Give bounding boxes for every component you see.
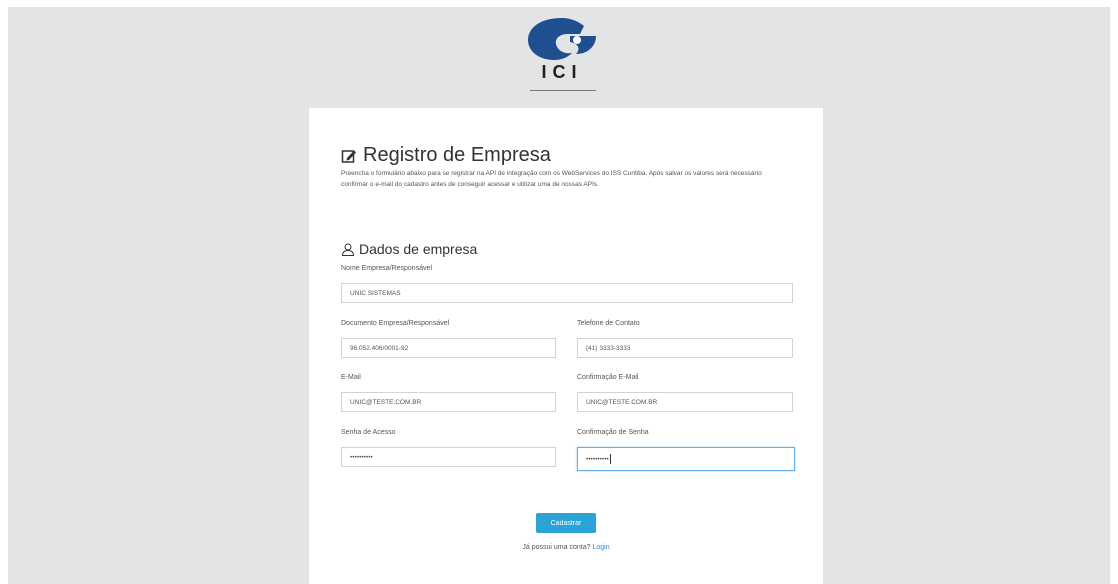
section-title-text: Dados de empresa xyxy=(359,241,478,257)
senha-input[interactable]: •••••••••• xyxy=(341,447,556,467)
email-value: UNIC@TESTE.COM.BR xyxy=(350,398,422,406)
senha-confirm-input[interactable]: •••••••••• xyxy=(577,447,795,471)
edit-icon xyxy=(341,149,356,163)
register-card: Registro de Empresa Preencha o formulári… xyxy=(309,108,823,584)
documento-label: Documento Empresa/Responsável xyxy=(341,320,450,327)
text-caret xyxy=(609,454,611,464)
user-icon xyxy=(341,243,355,256)
telefone-value: (41) 3333-3333 xyxy=(586,344,631,352)
telefone-input[interactable]: (41) 3333-3333 xyxy=(577,338,793,358)
nome-value: UNIC SISTEMAS xyxy=(350,289,401,297)
email-confirm-label: Confirmação E-Mail xyxy=(577,374,639,381)
section-title: Dados de empresa xyxy=(341,241,477,257)
logo-text: ICI xyxy=(541,62,583,82)
senha-value: •••••••••• xyxy=(350,453,373,461)
logo-underline xyxy=(530,90,596,91)
email-confirm-value: UNIC@TESTE.COM.BR xyxy=(586,398,658,406)
senha-confirm-label: Confirmação de Senha xyxy=(577,429,649,436)
page-title-text: Registro de Empresa xyxy=(363,144,551,166)
ici-logo: ICI xyxy=(522,14,602,96)
logo-mark-icon xyxy=(528,18,596,60)
email-input[interactable]: UNIC@TESTE.COM.BR xyxy=(341,392,556,412)
nome-input[interactable]: UNIC SISTEMAS xyxy=(341,283,793,303)
email-confirm-input[interactable]: UNIC@TESTE.COM.BR xyxy=(577,392,793,412)
email-label: E-Mail xyxy=(341,374,361,381)
page-title: Registro de Empresa xyxy=(341,144,551,167)
form-description: Preencha o formulário abaixo para se reg… xyxy=(341,170,762,188)
cadastrar-button[interactable]: Cadastrar xyxy=(536,513,596,533)
documento-value: 96.052.406/0001-92 xyxy=(350,344,409,352)
login-link[interactable]: Login xyxy=(592,544,609,551)
documento-input[interactable]: 96.052.406/0001-92 xyxy=(341,338,556,358)
telefone-label: Telefone de Contato xyxy=(577,320,640,327)
login-prompt-text: Já possui uma conta? xyxy=(522,544,591,551)
senha-confirm-value: •••••••••• xyxy=(586,455,609,463)
senha-label: Senha de Acesso xyxy=(341,429,396,436)
login-prompt: Já possui uma conta? Login xyxy=(309,544,823,551)
nome-label: Nome Empresa/Responsável xyxy=(341,265,433,272)
